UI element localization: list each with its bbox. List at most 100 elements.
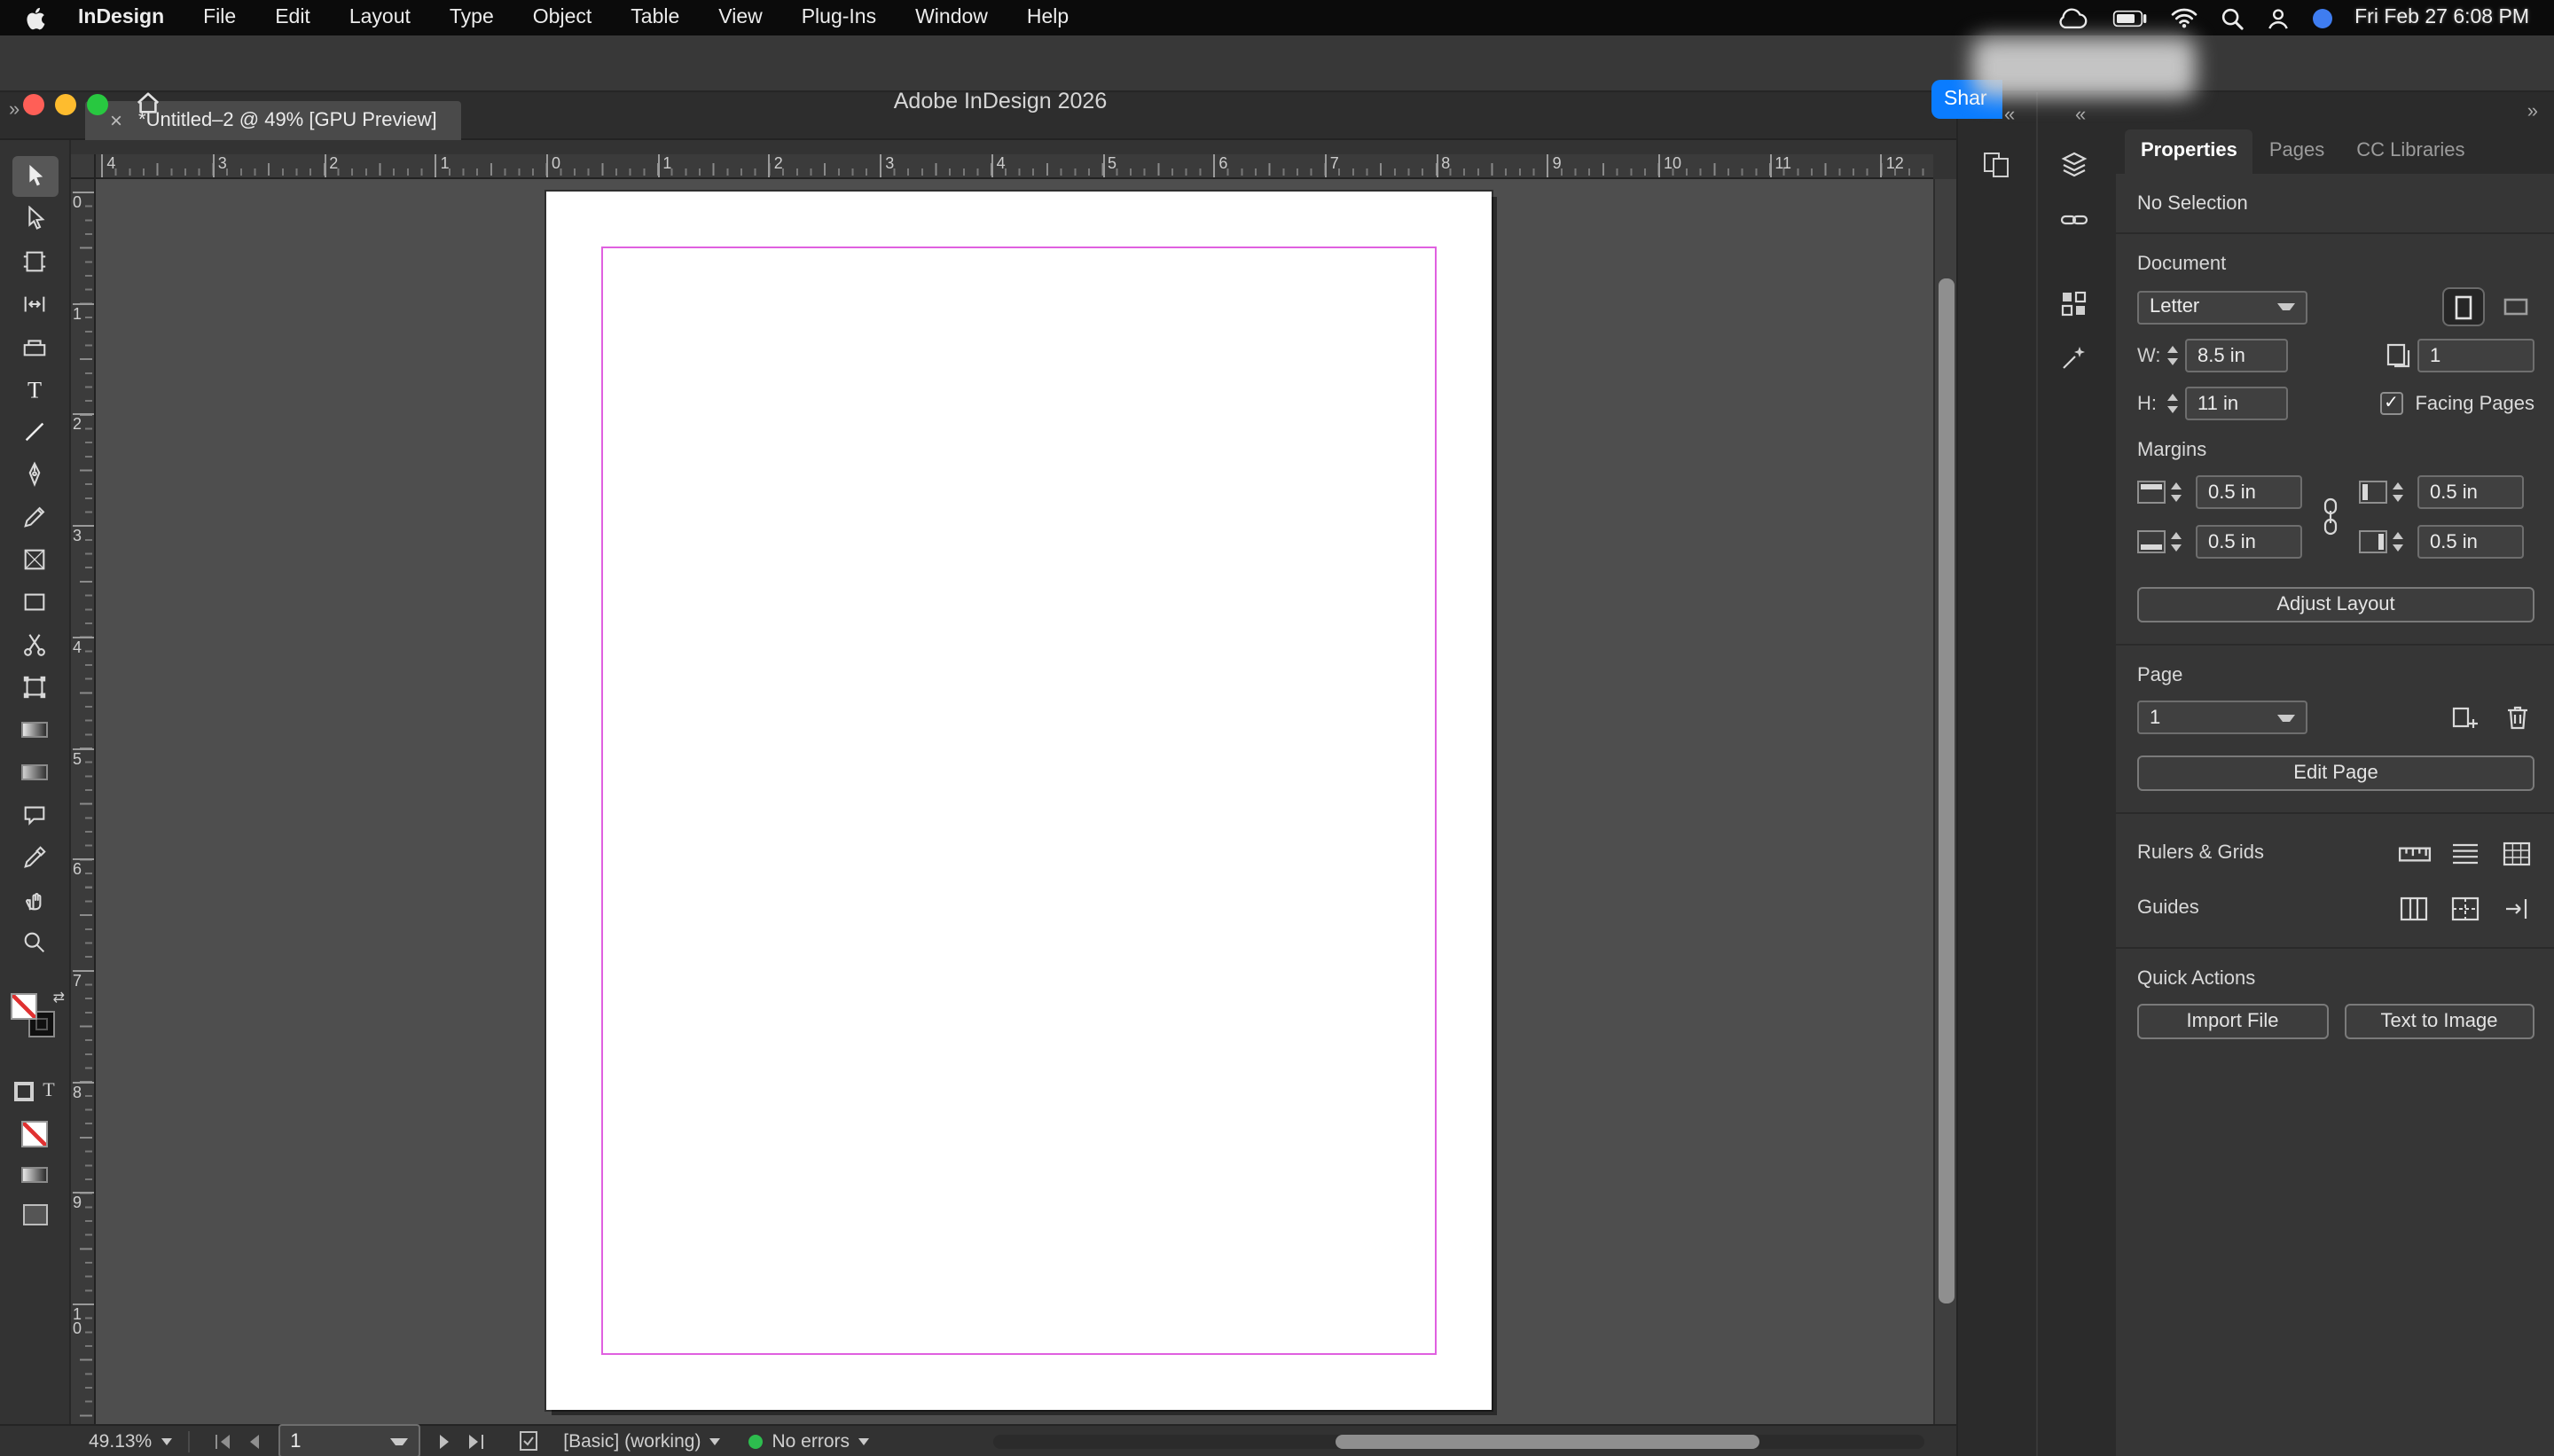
rectangle-tool[interactable] xyxy=(12,582,58,622)
width-field[interactable]: 8.5 in xyxy=(2185,339,2288,372)
formatting-affects-container-button[interactable] xyxy=(14,1081,35,1100)
note-tool[interactable] xyxy=(12,795,58,835)
apple-menu-icon[interactable] xyxy=(25,4,48,31)
layers-panel-icon[interactable] xyxy=(2056,149,2091,181)
content-collector-tool[interactable] xyxy=(12,326,58,367)
next-page-button[interactable] xyxy=(435,1432,451,1450)
margin-left-stepper[interactable] xyxy=(2393,482,2405,502)
ruler-vertical[interactable]: 0 1 2 3 4 5 6 7 8 9 10 xyxy=(71,179,96,1424)
smart-guides-button[interactable] xyxy=(2499,892,2534,924)
page-number-combo[interactable]: 1 xyxy=(278,1424,420,1456)
creative-cloud-icon[interactable] xyxy=(2057,6,2088,29)
hand-tool[interactable] xyxy=(12,880,58,920)
user-icon[interactable] xyxy=(2266,6,2289,29)
eyedropper-tool[interactable] xyxy=(12,837,58,878)
menu-indesign[interactable]: InDesign xyxy=(59,0,184,35)
margin-left-field[interactable]: 0.5 in xyxy=(2417,475,2524,509)
document-page[interactable] xyxy=(546,192,1492,1410)
window-zoom-button[interactable] xyxy=(87,94,108,115)
tab-close-icon[interactable]: × xyxy=(110,110,122,131)
pastebo​ard[interactable] xyxy=(96,179,1933,1424)
document-grid-button[interactable] xyxy=(2499,837,2534,869)
margin-right-stepper[interactable] xyxy=(2393,532,2405,552)
menu-edit[interactable]: Edit xyxy=(255,0,330,35)
apply-gradient-button[interactable] xyxy=(21,1167,48,1183)
error-status-dropdown[interactable]: No errors xyxy=(772,1430,869,1452)
margin-bottom-field[interactable]: 0.5 in xyxy=(2196,525,2302,559)
zoom-tool[interactable] xyxy=(12,922,58,963)
type-tool[interactable]: T xyxy=(12,369,58,410)
horizontal-scrollbar[interactable] xyxy=(993,1435,1924,1449)
preflight-icon[interactable] xyxy=(517,1429,538,1452)
collapse-dock-icon[interactable]: « xyxy=(2004,105,2015,126)
direct-selection-tool[interactable] xyxy=(12,199,58,239)
menu-type[interactable]: Type xyxy=(430,0,513,35)
menu-help[interactable]: Help xyxy=(1007,0,1088,35)
ruler-guides-button[interactable] xyxy=(2448,892,2483,924)
selection-tool[interactable] xyxy=(12,156,58,197)
tab-cc-libraries[interactable]: CC Libraries xyxy=(2340,129,2480,174)
vertical-scrollbar[interactable] xyxy=(1933,179,1956,1424)
height-field[interactable]: 11 in xyxy=(2185,387,2288,420)
wifi-icon[interactable] xyxy=(2170,7,2197,28)
menubar-clock[interactable]: Fri Feb 27 6:08 PM xyxy=(2354,7,2529,28)
home-icon[interactable] xyxy=(135,90,161,124)
link-margins-icon[interactable] xyxy=(2320,497,2341,537)
wand-panel-icon[interactable] xyxy=(2056,342,2091,374)
gradient-feather-tool[interactable] xyxy=(12,752,58,793)
menu-table[interactable]: Table xyxy=(611,0,699,35)
portrait-orientation-button[interactable] xyxy=(2444,289,2483,325)
baseline-grid-button[interactable] xyxy=(2448,837,2483,869)
add-page-button[interactable] xyxy=(2448,701,2483,733)
page-tool[interactable] xyxy=(12,241,58,282)
menu-view[interactable]: View xyxy=(699,0,781,35)
horizontal-scrollbar-thumb[interactable] xyxy=(1336,1435,1759,1449)
landscape-orientation-button[interactable] xyxy=(2495,289,2534,325)
collapse-properties-icon[interactable]: » xyxy=(2527,101,2538,122)
ruler-horizontal[interactable]: 4 3 2 1 0 1 2 3 4 5 6 7 8 9 10 11 12 xyxy=(96,154,1933,179)
frame-tool[interactable] xyxy=(12,539,58,580)
show-rulers-button[interactable] xyxy=(2396,837,2432,869)
formatting-affects-text-button[interactable]: T xyxy=(43,1080,54,1101)
screen-mode-button[interactable] xyxy=(22,1204,47,1225)
apply-none-button[interactable] xyxy=(21,1121,48,1147)
margin-top-stepper[interactable] xyxy=(2171,482,2183,502)
fill-swatch[interactable] xyxy=(10,993,36,1020)
search-icon[interactable] xyxy=(2220,6,2243,29)
tab-properties[interactable]: Properties xyxy=(2125,129,2253,174)
first-page-button[interactable] xyxy=(212,1432,231,1450)
margin-right-field[interactable]: 0.5 in xyxy=(2417,525,2524,559)
window-close-button[interactable] xyxy=(23,94,44,115)
menu-plug-ins[interactable]: Plug-Ins xyxy=(782,0,896,35)
links-panel-icon[interactable] xyxy=(2056,204,2091,236)
menu-window[interactable]: Window xyxy=(896,0,1007,35)
swap-fill-stroke-icon[interactable]: ⇄ xyxy=(53,990,65,1006)
facing-pages-checkbox[interactable]: ✓ xyxy=(2379,392,2403,415)
scissors-tool[interactable] xyxy=(12,624,58,665)
swatches-panel-icon[interactable] xyxy=(2056,287,2091,319)
vertical-scrollbar-thumb[interactable] xyxy=(1939,278,1955,1303)
pages-count-field[interactable]: 1 xyxy=(2417,339,2534,372)
expand-left-dock-icon[interactable]: » xyxy=(9,99,20,121)
line-tool[interactable] xyxy=(12,411,58,452)
column-guides-button[interactable] xyxy=(2396,892,2432,924)
preflight-profile-dropdown[interactable]: [Basic] (working) xyxy=(563,1430,721,1452)
last-page-button[interactable] xyxy=(466,1432,485,1450)
menubar-extra-icon[interactable] xyxy=(2312,8,2332,27)
collapse-dock-icon-2[interactable]: « xyxy=(2075,105,2086,126)
adjust-layout-button[interactable]: Adjust Layout xyxy=(2137,587,2534,622)
tab-pages[interactable]: Pages xyxy=(2253,129,2340,174)
margin-top-field[interactable]: 0.5 in xyxy=(2196,475,2302,509)
previous-page-button[interactable] xyxy=(246,1432,262,1450)
margin-bottom-stepper[interactable] xyxy=(2171,532,2183,552)
menu-file[interactable]: File xyxy=(184,0,255,35)
text-to-image-button[interactable]: Text to Image xyxy=(2344,1004,2534,1039)
window-minimize-button[interactable] xyxy=(55,94,76,115)
pages-panel-icon[interactable] xyxy=(1979,149,2015,181)
import-file-button[interactable]: Import File xyxy=(2137,1004,2328,1039)
pen-tool[interactable] xyxy=(12,454,58,495)
menu-layout[interactable]: Layout xyxy=(330,0,430,35)
zoom-level-dropdown[interactable]: 49.13% xyxy=(89,1430,172,1452)
page-size-dropdown[interactable]: Letter xyxy=(2137,290,2307,324)
page-number-dropdown[interactable]: 1 xyxy=(2137,701,2307,734)
